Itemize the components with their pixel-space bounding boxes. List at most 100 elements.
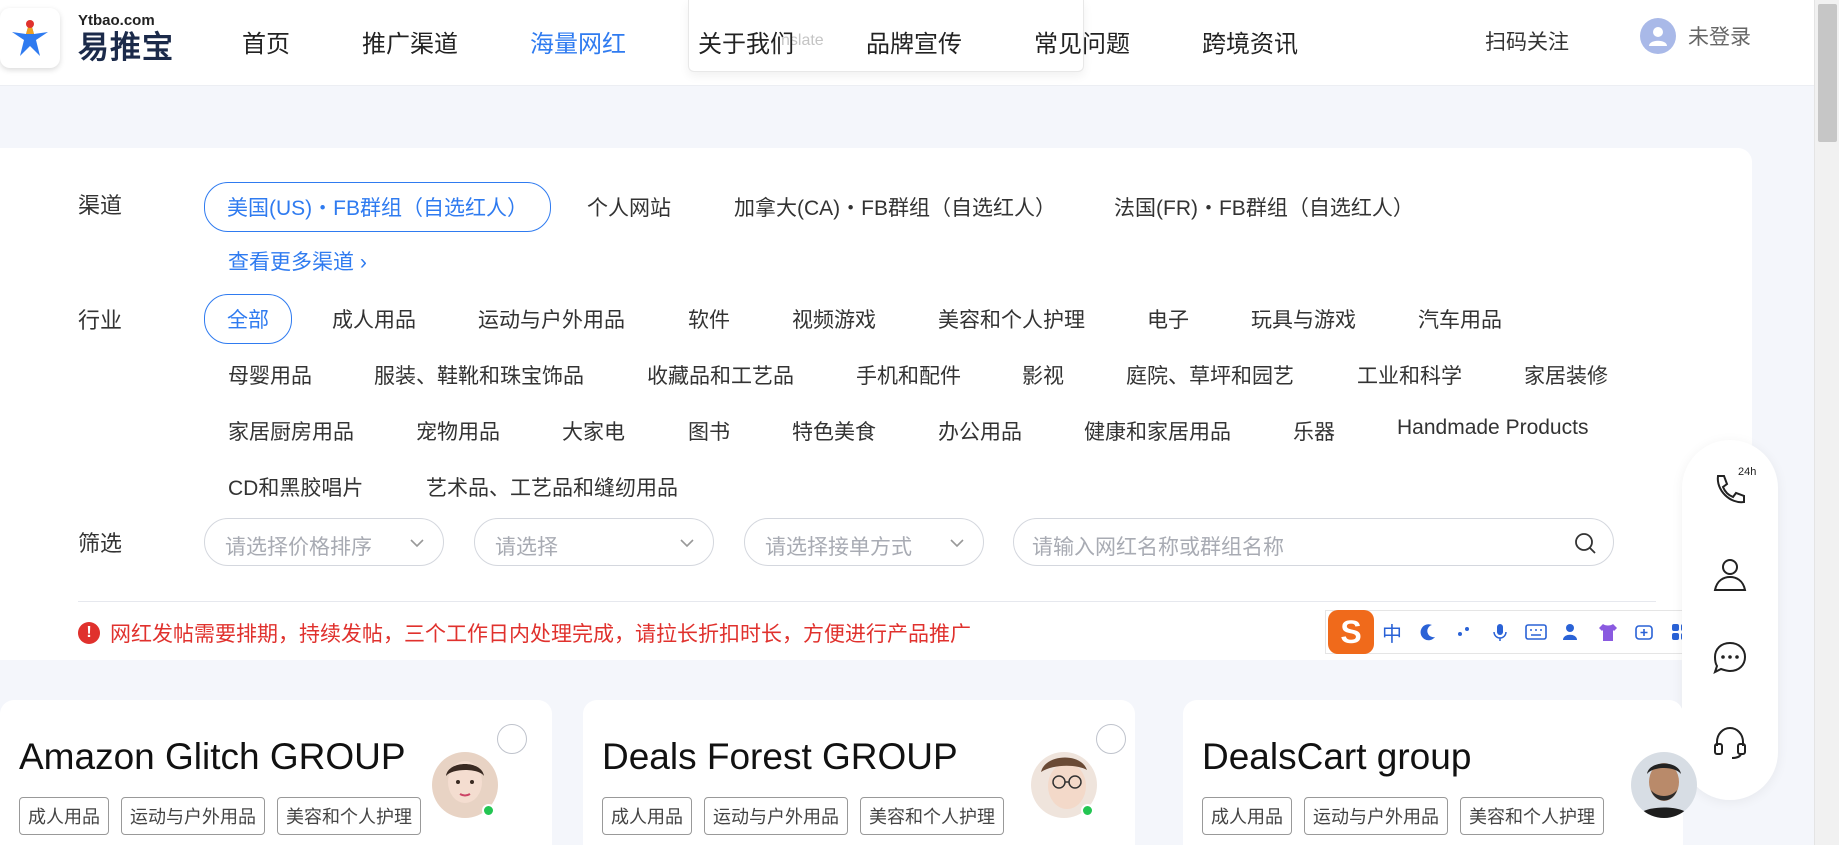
order-method-placeholder: 请选择接单方式 bbox=[765, 536, 912, 559]
select-radio[interactable] bbox=[1096, 724, 1126, 754]
influencer-card[interactable]: Deals Forest GROUP 成人用品 运动与户外用品 美容和个人护理 bbox=[583, 700, 1135, 845]
user-profile-icon[interactable] bbox=[1554, 614, 1590, 650]
nav-faq[interactable]: 常见问题 bbox=[1034, 24, 1130, 59]
main-nav: 首页 推广渠道 海量网红 关于我们 品牌宣传 常见问题 跨境资讯 bbox=[242, 24, 1370, 59]
page-scrollbar[interactable] bbox=[1814, 0, 1839, 845]
card-tag: 运动与户外用品 bbox=[1304, 797, 1448, 835]
online-status-dot bbox=[1081, 804, 1094, 817]
user-login[interactable]: 未登录 bbox=[1640, 18, 1751, 54]
search-placeholder: 请输入网红名称或群组名称 bbox=[1032, 536, 1284, 559]
industry-chip[interactable]: 健康和家居用品 bbox=[1084, 416, 1231, 446]
industry-chip[interactable]: 图书 bbox=[688, 416, 730, 446]
logo-brand-name: 易推宝 bbox=[78, 30, 174, 65]
industry-chip[interactable]: 工业和科学 bbox=[1357, 360, 1462, 390]
toolbox-icon[interactable] bbox=[1626, 614, 1662, 650]
order-method-select[interactable]: 请选择接单方式 bbox=[744, 518, 984, 566]
channel-ca-fb[interactable]: 加拿大(CA)・FB群组（自选红人） bbox=[734, 192, 1056, 222]
card-tag: 美容和个人护理 bbox=[277, 797, 421, 835]
card-tags: 成人用品 运动与户外用品 美容和个人护理 bbox=[1202, 797, 1616, 835]
industry-chip[interactable]: 宠物用品 bbox=[416, 416, 500, 446]
nav-channels[interactable]: 推广渠道 bbox=[362, 24, 458, 59]
nav-branding[interactable]: 品牌宣传 bbox=[866, 24, 962, 59]
card-title: Amazon Glitch GROUP bbox=[19, 736, 406, 777]
industry-chip[interactable]: 庭院、草坪和园艺 bbox=[1126, 360, 1294, 390]
industry-chip[interactable]: 成人用品 bbox=[332, 304, 416, 334]
industry-chip[interactable]: 美容和个人护理 bbox=[938, 304, 1085, 334]
login-status: 未登录 bbox=[1688, 26, 1751, 49]
industry-chip[interactable]: 家居装修 bbox=[1524, 360, 1608, 390]
nav-influencers[interactable]: 海量网红 bbox=[530, 24, 626, 59]
industry-chip[interactable]: 办公用品 bbox=[938, 416, 1022, 446]
more-channels-link[interactable]: 查看更多渠道 › bbox=[228, 246, 367, 276]
nav-about[interactable]: 关于我们 bbox=[698, 24, 794, 59]
site-logo[interactable]: Ytbao.com 易推宝 bbox=[0, 8, 174, 68]
more-channels-text: 查看更多渠道 bbox=[228, 251, 354, 274]
ime-toolbar: S 中 bbox=[1325, 610, 1699, 654]
industry-chip[interactable]: 电子 bbox=[1147, 304, 1189, 334]
skin-shirt-icon[interactable] bbox=[1590, 614, 1626, 650]
generic-select[interactable]: 请选择 bbox=[474, 518, 714, 566]
microphone-icon[interactable] bbox=[1482, 614, 1518, 650]
industry-chip[interactable]: Handmade Products bbox=[1397, 416, 1588, 440]
punctuation-icon[interactable] bbox=[1446, 614, 1482, 650]
phone-24h-icon[interactable]: 24h bbox=[1710, 466, 1756, 510]
channel-personal-site[interactable]: 个人网站 bbox=[587, 192, 671, 222]
industry-chip[interactable]: 收藏品和工艺品 bbox=[647, 360, 794, 390]
industry-chip[interactable]: 软件 bbox=[688, 304, 730, 334]
qr-follow-link[interactable]: 扫码关注 bbox=[1485, 26, 1569, 56]
select-radio[interactable] bbox=[497, 724, 527, 754]
chevron-right-icon: › bbox=[359, 251, 367, 274]
filter-panel: 渠道 美国(US)・FB群组（自选红人） 个人网站 加拿大(CA)・FB群组（自… bbox=[0, 148, 1752, 660]
industry-all[interactable]: 全部 bbox=[204, 294, 292, 344]
price-sort-select[interactable]: 请选择价格排序 bbox=[204, 518, 444, 566]
industry-chip[interactable]: 母婴用品 bbox=[228, 360, 312, 390]
industry-chip[interactable]: CD和黑胶唱片 bbox=[228, 472, 363, 502]
keyboard-icon[interactable] bbox=[1518, 614, 1554, 650]
search-icon[interactable] bbox=[1573, 531, 1597, 561]
card-tag: 美容和个人护理 bbox=[1460, 797, 1604, 835]
industry-chip[interactable]: 艺术品、工艺品和缝纫用品 bbox=[426, 472, 678, 502]
online-status-dot bbox=[482, 804, 495, 817]
industry-chip[interactable]: 特色美食 bbox=[792, 416, 876, 446]
user-avatar-icon bbox=[1640, 18, 1676, 54]
card-title: DealsCart group bbox=[1202, 736, 1472, 777]
industry-chip[interactable]: 影视 bbox=[1022, 360, 1064, 390]
industry-chip[interactable]: 家居厨房用品 bbox=[228, 416, 354, 446]
notice-banner: ! 网红发帖需要排期，持续发帖，三个工作日内处理完成，请拉长折扣时长，方便进行产… bbox=[78, 618, 971, 648]
influencer-search-input[interactable]: 请输入网红名称或群组名称 bbox=[1013, 518, 1614, 566]
ime-mode-toggle[interactable]: 中 bbox=[1374, 614, 1410, 650]
nav-news[interactable]: 跨境资讯 bbox=[1202, 24, 1298, 59]
industry-chip[interactable]: 乐器 bbox=[1293, 416, 1335, 446]
card-tag: 运动与户外用品 bbox=[704, 797, 848, 835]
card-title: Deals Forest GROUP bbox=[602, 736, 958, 777]
contact-person-icon[interactable] bbox=[1710, 554, 1750, 594]
scrollbar-thumb[interactable] bbox=[1818, 4, 1837, 142]
industry-chip[interactable]: 服装、鞋靴和珠宝饰品 bbox=[374, 360, 584, 390]
phone-24h-badge: 24h bbox=[1738, 466, 1757, 478]
moon-icon[interactable] bbox=[1410, 614, 1446, 650]
channel-fr-fb[interactable]: 法国(FR)・FB群组（自选红人） bbox=[1114, 192, 1414, 222]
card-tag: 成人用品 bbox=[602, 797, 692, 835]
floating-contact-bar: 24h bbox=[1682, 440, 1778, 800]
card-tag: 美容和个人护理 bbox=[860, 797, 1004, 835]
industry-chip[interactable]: 手机和配件 bbox=[856, 360, 961, 390]
industry-label: 行业 bbox=[78, 308, 123, 333]
industry-chip[interactable]: 玩具与游戏 bbox=[1251, 304, 1356, 334]
industry-chip[interactable]: 运动与户外用品 bbox=[478, 304, 625, 334]
chat-bubble-icon[interactable] bbox=[1710, 638, 1750, 678]
headset-icon[interactable] bbox=[1710, 722, 1750, 762]
chevron-down-icon bbox=[679, 533, 695, 557]
logo-domain: Ytbao.com bbox=[78, 12, 155, 29]
influencer-card[interactable]: DealsCart group 成人用品 运动与户外用品 美容和个人护理 bbox=[1183, 700, 1697, 845]
channel-us-fb[interactable]: 美国(US)・FB群组（自选红人） bbox=[204, 182, 551, 232]
nav-home[interactable]: 首页 bbox=[242, 24, 290, 59]
card-tags: 成人用品 运动与户外用品 美容和个人护理 bbox=[602, 797, 1016, 835]
industry-chip[interactable]: 大家电 bbox=[562, 416, 625, 446]
channel-label: 渠道 bbox=[78, 193, 123, 218]
chevron-down-icon bbox=[949, 533, 965, 557]
influencer-card[interactable]: Amazon Glitch GROUP 成人用品 运动与户外用品 美容和个人护理 bbox=[0, 700, 552, 845]
industry-chip[interactable]: 汽车用品 bbox=[1418, 304, 1502, 334]
ime-logo-icon[interactable]: S bbox=[1328, 610, 1374, 654]
industry-chip[interactable]: 视频游戏 bbox=[792, 304, 876, 334]
generic-select-placeholder: 请选择 bbox=[495, 536, 558, 559]
